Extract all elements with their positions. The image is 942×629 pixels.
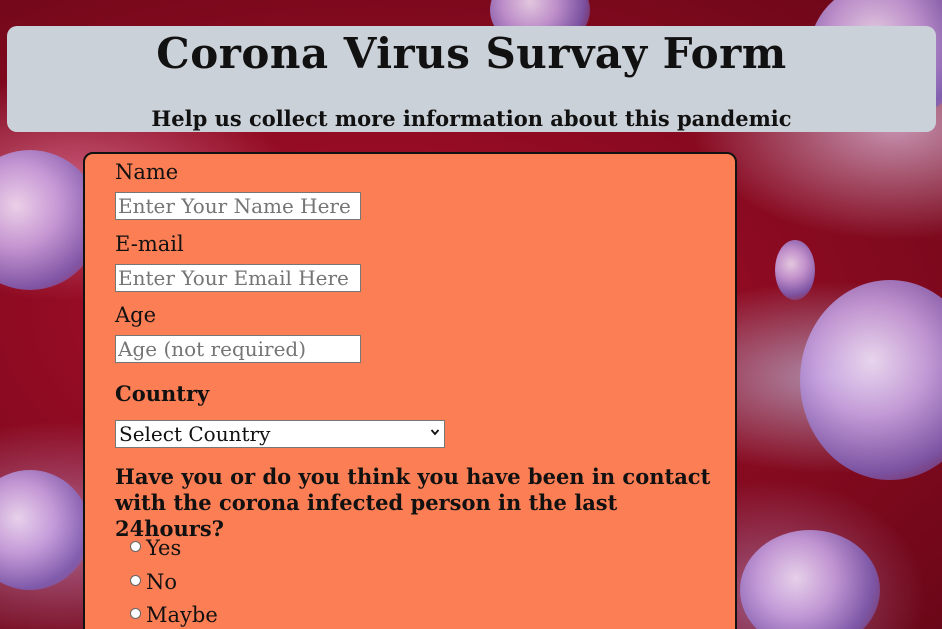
background-virus-image xyxy=(775,240,815,300)
survey-form: Name E-mail Age Country Select Country H… xyxy=(83,152,737,629)
radio-label: Maybe xyxy=(146,603,218,627)
contact-question: Have you or do you think you have been i… xyxy=(115,464,711,541)
name-input[interactable] xyxy=(115,192,361,220)
background-virus-image xyxy=(740,530,880,629)
country-label: Country xyxy=(115,381,210,406)
page-subtitle: Help us collect more information about t… xyxy=(151,106,792,131)
radio-label: No xyxy=(146,570,178,594)
radio-button[interactable] xyxy=(130,608,141,619)
background-virus-image xyxy=(0,470,90,590)
email-input[interactable] xyxy=(115,264,361,292)
email-label: E-mail xyxy=(115,232,184,256)
radio-button[interactable] xyxy=(130,575,141,586)
country-select-value: Select Country xyxy=(119,422,271,446)
page-title: Corona Virus Survay Form xyxy=(156,29,787,78)
radio-label: Yes xyxy=(146,536,182,560)
country-select[interactable]: Select Country xyxy=(115,420,445,448)
page-header: Corona Virus Survay Form Help us collect… xyxy=(7,26,936,132)
chevron-down-icon xyxy=(430,429,440,436)
radio-button[interactable] xyxy=(130,541,141,552)
age-input[interactable] xyxy=(115,335,361,363)
name-label: Name xyxy=(115,160,179,184)
background-virus-image xyxy=(800,280,942,480)
age-label: Age xyxy=(115,303,157,327)
